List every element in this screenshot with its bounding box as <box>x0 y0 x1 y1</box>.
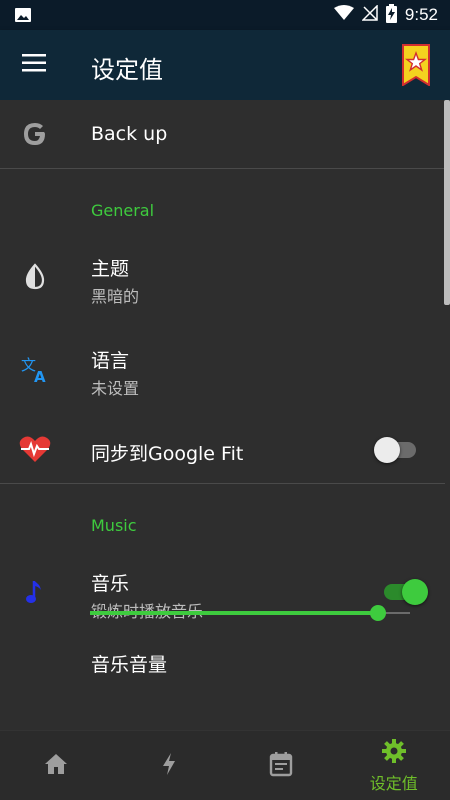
google-icon <box>18 117 52 151</box>
nav-workout[interactable] <box>113 731 226 800</box>
theme-value: 黑暗的 <box>91 287 140 306</box>
language-title: 语言 <box>91 350 130 372</box>
battery-charging-icon <box>385 3 397 27</box>
theme-title: 主题 <box>91 258 130 280</box>
slider-fill <box>90 611 378 615</box>
translate-icon: 文A <box>18 352 52 386</box>
language-value: 未设置 <box>91 379 140 398</box>
nav-calendar[interactable] <box>225 731 338 800</box>
bottom-nav: 设定值 <box>0 730 450 800</box>
music-toggle[interactable] <box>384 579 428 605</box>
app-bar: 设定值 <box>0 30 450 100</box>
menu-icon <box>22 54 46 76</box>
nav-settings[interactable]: 设定值 <box>338 731 450 800</box>
section-header-music: Music <box>91 516 137 535</box>
gear-icon <box>381 738 407 768</box>
divider <box>0 168 445 169</box>
heart-pulse-icon <box>18 432 52 466</box>
google-fit-row[interactable]: 同步到Google Fit <box>0 420 445 482</box>
scrollbar[interactable] <box>444 100 450 305</box>
page-title: 设定值 <box>91 56 163 84</box>
toggle-thumb <box>374 437 400 463</box>
menu-button[interactable] <box>14 45 54 85</box>
google-fit-toggle[interactable] <box>374 437 416 463</box>
home-icon <box>43 752 69 780</box>
image-icon <box>14 7 32 23</box>
toggle-thumb <box>402 579 428 605</box>
section-header-general: General <box>91 201 155 220</box>
language-row[interactable]: 文A 语言 未设置 <box>0 330 445 408</box>
slider-thumb[interactable] <box>370 605 386 621</box>
no-signal-icon <box>361 4 378 25</box>
backup-label: Back up <box>91 123 168 145</box>
lightning-icon <box>161 752 177 780</box>
star-badge-icon <box>402 44 430 90</box>
theme-drop-icon <box>18 260 52 294</box>
settings-list[interactable] <box>0 100 450 730</box>
wifi-icon <box>333 5 354 25</box>
music-volume-slider[interactable] <box>90 603 410 623</box>
calendar-icon <box>269 751 293 781</box>
premium-badge-button[interactable] <box>402 44 430 87</box>
divider <box>0 483 445 484</box>
status-time: 9:52 <box>404 5 438 24</box>
status-bar: 9:52 <box>0 0 450 30</box>
google-fit-title: 同步到Google Fit <box>91 443 244 465</box>
svg-text:A: A <box>34 368 46 384</box>
music-note-icon <box>18 575 52 609</box>
backup-row[interactable]: Back up <box>0 100 445 168</box>
music-title: 音乐 <box>91 573 130 595</box>
nav-settings-label: 设定值 <box>369 773 418 793</box>
music-volume-row: 音乐音量 <box>0 640 445 680</box>
music-volume-title: 音乐音量 <box>91 654 168 676</box>
nav-home[interactable] <box>0 731 113 800</box>
theme-row[interactable]: 主题 黑暗的 <box>0 238 445 316</box>
